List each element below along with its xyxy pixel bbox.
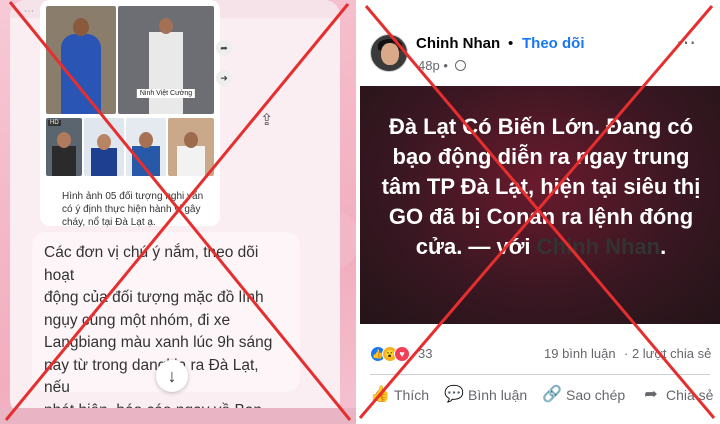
author-name[interactable]: Chinh Nhan (416, 35, 500, 52)
upload-share-icon[interactable]: ⇪ (260, 110, 273, 130)
comment-count[interactable]: 19 bình luận (544, 346, 616, 361)
like-label: Thích (394, 387, 430, 403)
copy-label: Sao chép (566, 387, 626, 403)
share-arrow-icon: ➦ (644, 386, 658, 403)
separator-dot: • (508, 35, 514, 52)
thumbs-up-icon: 👍 (370, 386, 390, 403)
comment-label: Bình luận (468, 387, 528, 403)
photo-2[interactable]: Ninh Việt Cường (118, 6, 214, 114)
photo-name-tag: Ninh Việt Cường (136, 89, 196, 98)
follow-link[interactable]: Theo dõi (522, 35, 585, 52)
forward-icon[interactable]: ➜ (216, 70, 232, 86)
comment-button[interactable]: 💬 Bình luận (444, 386, 527, 404)
post-text: Đà Lạt Có Biến Lớn. Đang có bạo động diễ… (376, 112, 706, 262)
reaction-count[interactable]: 33 (418, 346, 432, 361)
photo-1[interactable] (46, 6, 116, 114)
separator-dot: • (443, 58, 448, 73)
tagged-user[interactable]: Chinh Nhan (537, 234, 660, 259)
left-screenshot-panel: ⋯ Ninh Việt Cường HD ➦ ➜ ⇪ Hình ảnh 05 đ… (0, 0, 356, 424)
post-time[interactable]: 48p (418, 58, 440, 73)
right-facebook-post: Chinh Nhan • Theo dõi 48p • ⋯ Đà Lạt Có … (356, 0, 720, 424)
dots-icon: ⋯ (24, 6, 35, 17)
photo-4[interactable] (84, 118, 124, 176)
arrow-down-icon: ↓ (167, 365, 177, 386)
link-icon: 🔗 (542, 386, 562, 403)
message-line: động của đối tượng mặc đồ lính (44, 289, 264, 306)
photo-5[interactable] (126, 118, 166, 176)
share-count[interactable]: · 2 lượt chia sẻ (624, 346, 711, 361)
avatar-face (381, 43, 399, 65)
avatar[interactable] (370, 34, 408, 72)
scroll-down-button[interactable]: ↓ (156, 360, 188, 392)
like-button[interactable]: 👍 Thích (370, 386, 429, 404)
image-caption: Hình ảnh 05 đối tượng nghi vấn có ý định… (62, 191, 204, 228)
post-meta: 48p • (418, 58, 466, 73)
message-line: ngụy cùng một nhóm, đi xe (44, 311, 231, 329)
suspect-photo-grid[interactable]: Ninh Việt Cường HD (46, 6, 214, 178)
share-arrow-icon[interactable]: ➦ (216, 40, 232, 56)
side-action-icons: ➦ ➜ (216, 40, 236, 100)
photo-6[interactable] (168, 118, 214, 176)
divider (370, 374, 710, 375)
post-text-end: . (660, 234, 667, 259)
photo-3[interactable]: HD (46, 118, 82, 176)
bottom-strip (0, 408, 356, 424)
copy-button[interactable]: 🔗 Sao chép (542, 386, 625, 404)
share-button[interactable]: ➦ Chia sẻ (642, 386, 713, 404)
phone-screen: ⋯ Ninh Việt Cường HD ➦ ➜ ⇪ Hình ảnh 05 đ… (10, 0, 340, 416)
ellipsis-icon[interactable]: ⋯ (676, 30, 697, 55)
share-label: Chia sẻ (666, 387, 714, 403)
with-text: — với (462, 234, 537, 259)
message-line: Các đơn vị chú ý nắm, theo dõi hoạt (44, 244, 259, 284)
love-reaction-icon: ♥ (394, 346, 410, 362)
message-line: Langbiang màu xanh lúc 9h sáng (44, 334, 273, 351)
speech-bubble-icon: 💬 (444, 386, 464, 403)
screenshot-root: ⋯ Ninh Việt Cường HD ➦ ➜ ⇪ Hình ảnh 05 đ… (0, 0, 720, 424)
globe-icon (454, 60, 466, 71)
hd-badge: HD (48, 120, 61, 126)
